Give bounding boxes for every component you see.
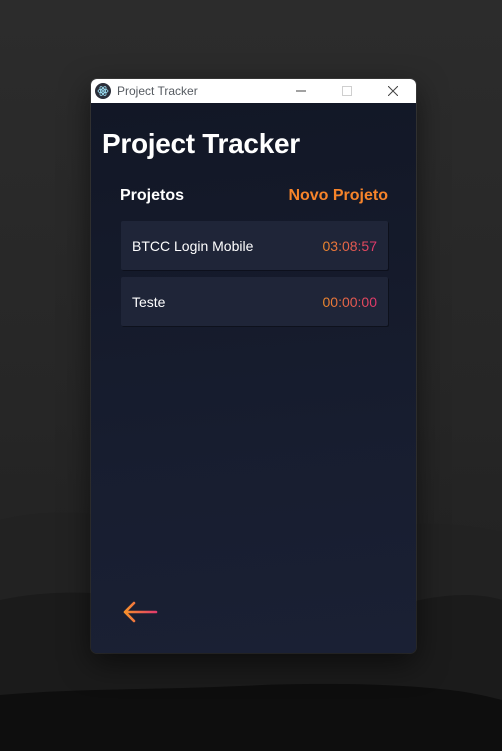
page-title: Project Tracker — [102, 128, 300, 159]
new-project-button[interactable]: Novo Projeto — [288, 187, 388, 205]
maximize-button[interactable] — [324, 79, 370, 103]
window-title: Project Tracker — [117, 84, 198, 98]
project-list: BTCC Login Mobile 03:08:57 Teste 00:00:0… — [121, 221, 388, 333]
project-time: 00:00:00 — [322, 293, 378, 310]
project-name: Teste — [132, 293, 166, 310]
arrow-left-icon — [123, 601, 158, 623]
projects-section-label: Projetos — [120, 187, 185, 204]
project-name: BTCC Login Mobile — [132, 237, 254, 254]
back-button[interactable] — [122, 599, 158, 627]
app-window: Project Tracker Project Tracker Projetos… — [91, 79, 416, 653]
close-icon — [388, 86, 398, 96]
minimize-button[interactable] — [278, 79, 324, 103]
project-time: 03:08:57 — [322, 237, 378, 254]
app-content: Project Tracker Projetos Novo Projeto BT… — [91, 103, 416, 653]
electron-icon — [95, 83, 111, 99]
close-button[interactable] — [370, 79, 416, 103]
project-item[interactable]: BTCC Login Mobile 03:08:57 — [121, 221, 388, 270]
minimize-icon — [296, 90, 306, 92]
maximize-icon — [342, 86, 352, 96]
title-bar[interactable]: Project Tracker — [91, 79, 416, 103]
project-item[interactable]: Teste 00:00:00 — [121, 277, 388, 326]
